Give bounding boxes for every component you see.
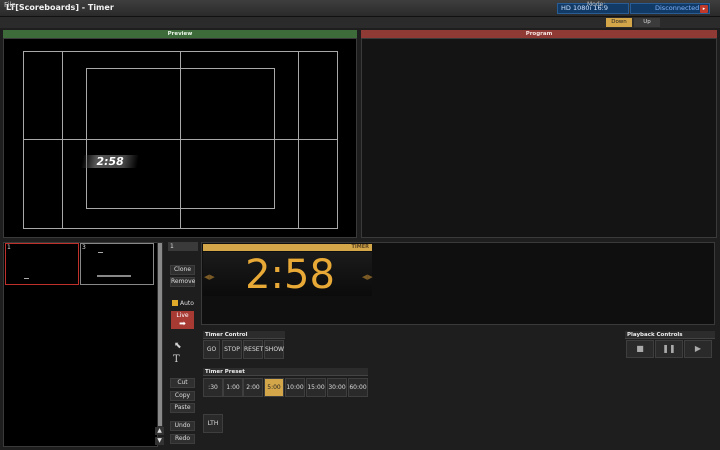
stop-icon[interactable]: ■ — [626, 340, 654, 358]
preview-timer-graphic[interactable]: 2:58 — [80, 155, 140, 168]
show-button[interactable]: SHOW — [264, 340, 284, 359]
disconnect-icon[interactable]: ▸ — [700, 5, 708, 13]
thumbnail-number: 1 — [7, 244, 11, 251]
safe-guide-right — [337, 51, 338, 229]
thumbnail-number: 3 — [82, 244, 86, 251]
program-header: Program — [361, 30, 717, 38]
timer-right-handle-icon[interactable]: ◀▶ — [362, 273, 373, 281]
preset-button[interactable]: :30 — [203, 378, 223, 397]
menu-file[interactable]: File — [4, 1, 16, 9]
preview-canvas[interactable] — [3, 38, 357, 238]
paste-button[interactable]: Paste — [170, 403, 195, 413]
preset-button[interactable]: 2:00 — [243, 378, 263, 397]
timer-value[interactable]: 2:58 — [230, 253, 350, 297]
copy-button[interactable]: Copy — [170, 391, 195, 401]
thumbnail-scrollbar-thumb[interactable] — [158, 243, 162, 426]
current-slide-number: 1 — [168, 242, 198, 251]
thumbnail-timer-mark — [24, 278, 29, 279]
remove-button[interactable]: Remove — [170, 277, 195, 287]
pause-icon[interactable]: ❚❚ — [655, 340, 683, 358]
timer-control-title: Timer Control — [203, 331, 285, 339]
auto-toggle[interactable]: Auto — [180, 300, 194, 307]
window-title: LT[Scoreboards] - Timer — [6, 3, 114, 12]
undo-button[interactable]: Undo — [170, 421, 195, 431]
go-button[interactable]: GO — [203, 340, 220, 359]
redo-button[interactable]: Redo — [170, 434, 195, 444]
text-tool-icon[interactable]: T — [173, 354, 180, 365]
slide-thumbnail-1[interactable]: 1 — [5, 243, 79, 285]
preset-button[interactable]: 10:00 — [285, 378, 305, 397]
grid-line-v1 — [62, 51, 63, 229]
stop-button[interactable]: STOP — [222, 340, 242, 359]
preset-button[interactable]: 1:00 — [223, 378, 243, 397]
scroll-up-icon[interactable]: ▲ — [155, 427, 164, 435]
timer-tag: TIMER — [203, 244, 372, 251]
program-canvas — [361, 38, 717, 238]
mode-label: Mode: — [587, 1, 606, 8]
safe-guide-left — [23, 51, 24, 229]
timer-preset-title: Timer Preset — [203, 368, 368, 376]
title-safe-box — [86, 68, 275, 209]
mode-up-button[interactable]: Up — [634, 18, 660, 27]
connection-status[interactable]: Disconnected — [630, 3, 710, 14]
reset-button[interactable]: RESET — [243, 340, 263, 359]
slide-thumbnail-2[interactable]: 3 — [80, 243, 154, 285]
preset-button-selected[interactable]: 5:00 — [264, 378, 284, 397]
thumbnail-mark-top — [98, 252, 103, 253]
pointer-tool-icon[interactable]: ⬉ — [174, 341, 182, 351]
preset-button[interactable]: 60:00 — [348, 378, 368, 397]
scroll-down-icon[interactable]: ▼ — [155, 437, 164, 445]
mode-down-button[interactable]: Down — [606, 18, 632, 27]
timer-left-handle-icon[interactable]: ◀▶ — [204, 273, 215, 281]
grid-line-v3 — [298, 51, 299, 229]
live-button[interactable]: Live ➡ — [171, 311, 194, 329]
play-icon[interactable]: ▶ — [684, 340, 712, 358]
preset-button[interactable]: 15:00 — [306, 378, 326, 397]
playback-controls-title: Playback Controls — [625, 331, 715, 339]
preset-button[interactable]: 30:00 — [327, 378, 347, 397]
cut-button[interactable]: Cut — [170, 378, 195, 388]
preview-header: Preview — [3, 30, 357, 38]
live-arrow-icon: ➡ — [179, 319, 186, 328]
auto-icon — [172, 300, 178, 306]
clone-button[interactable]: Clone — [170, 265, 195, 275]
lth-button[interactable]: LTH — [203, 414, 223, 433]
thumbnail-bar-graphic — [97, 275, 131, 277]
